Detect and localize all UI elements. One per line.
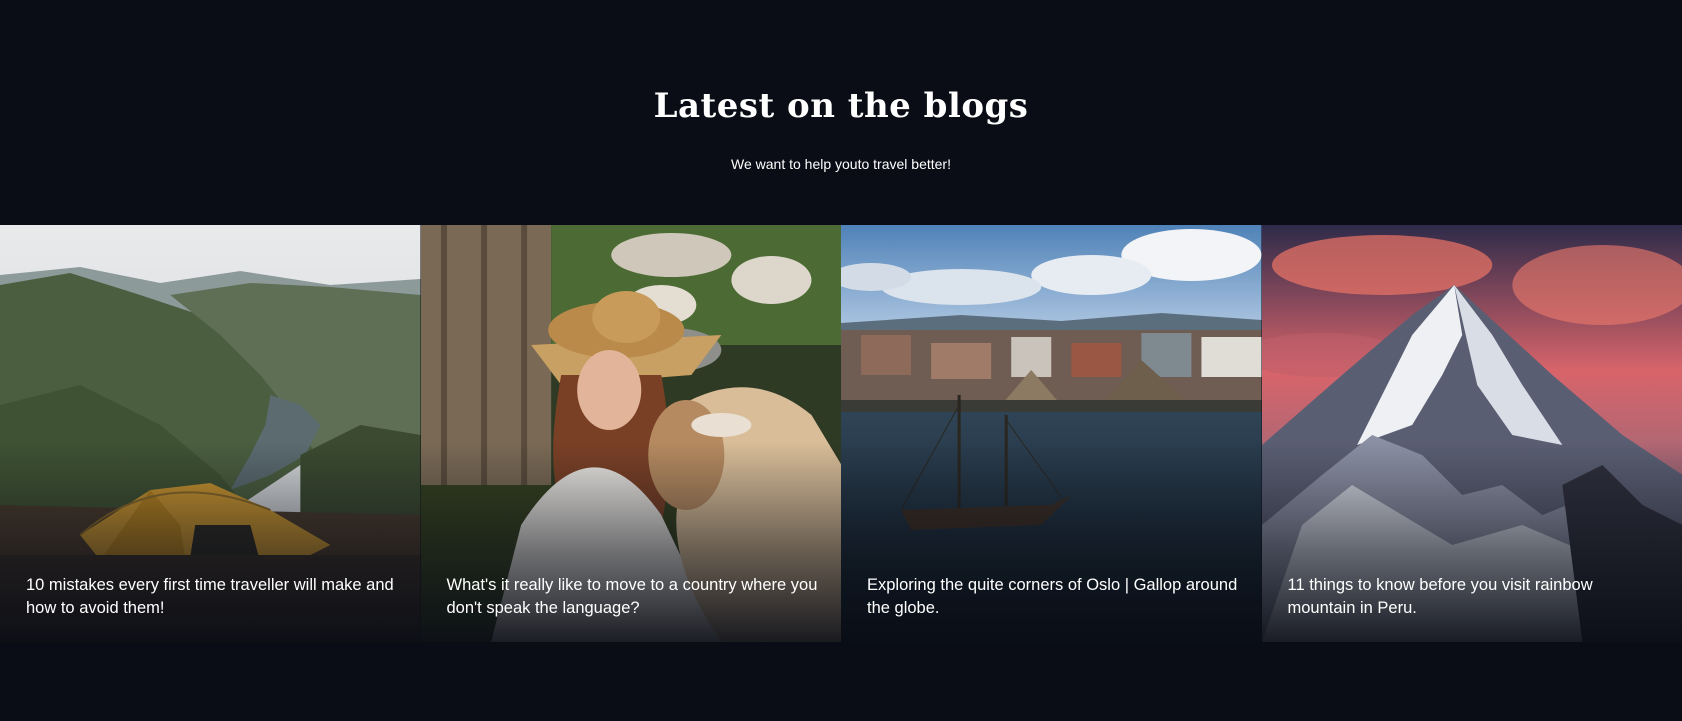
- blog-section: Latest on the blogs We want to help yout…: [0, 0, 1682, 721]
- blog-card-title: What's it really like to move to a count…: [446, 576, 818, 617]
- blog-card-title: Exploring the quite corners of Oslo | Ga…: [867, 576, 1238, 617]
- blog-card-title: 10 mistakes every first time traveller w…: [26, 576, 394, 617]
- blog-card[interactable]: 11 things to know before you visit rainb…: [1261, 225, 1682, 642]
- blog-card[interactable]: Exploring the quite corners of Oslo | Ga…: [841, 225, 1262, 642]
- blog-card[interactable]: 10 mistakes every first time traveller w…: [0, 225, 421, 642]
- blog-card-list: 10 mistakes every first time traveller w…: [0, 225, 1682, 642]
- blog-card-title: 11 things to know before you visit rainb…: [1287, 576, 1593, 617]
- blog-card[interactable]: What's it really like to move to a count…: [420, 225, 841, 642]
- section-title: Latest on the blogs: [653, 86, 1029, 126]
- section-subtitle: We want to help youto travel better!: [731, 156, 951, 172]
